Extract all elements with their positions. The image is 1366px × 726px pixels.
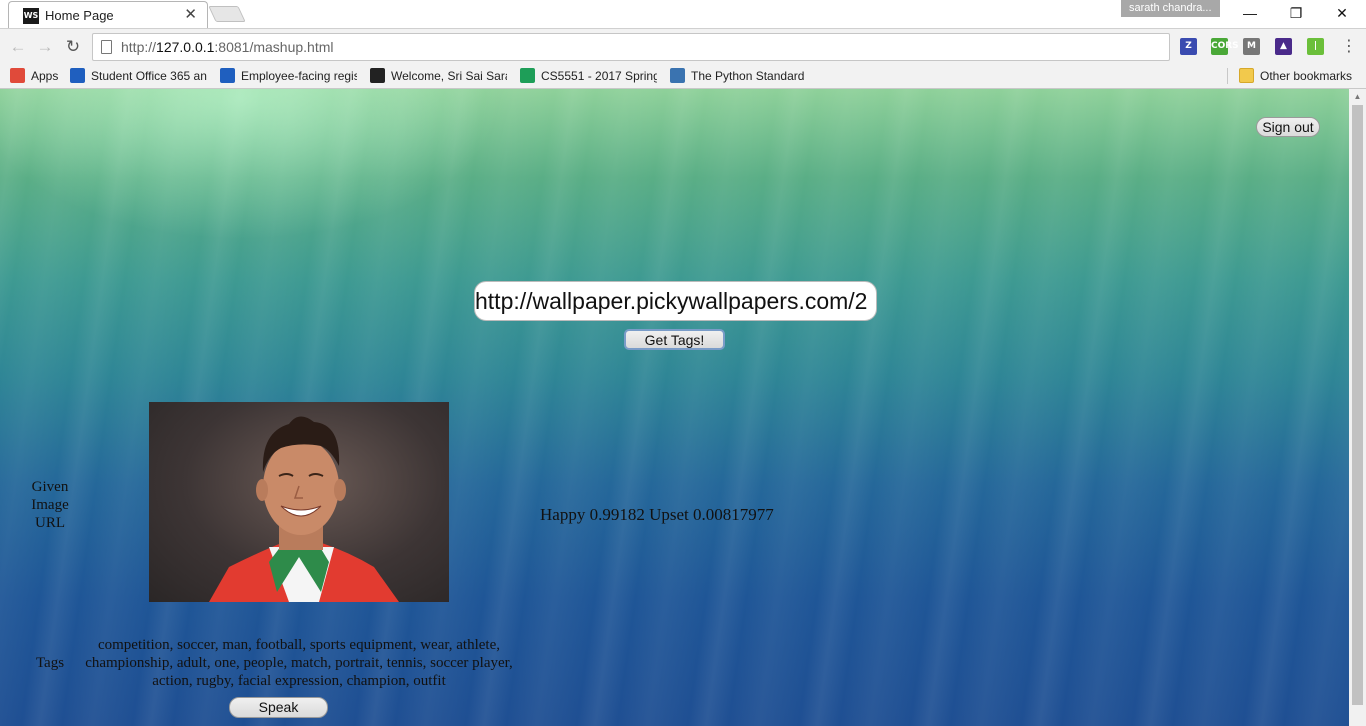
analyzed-image: [149, 402, 449, 602]
bookmarks-bar: Apps Student Office 365 an Employee-facing…: [0, 64, 1366, 89]
bookmark-item[interactable]: The Python Standard L: [670, 67, 807, 85]
bookmark-label: Student Office 365 an: [91, 69, 207, 83]
blackboard-icon: [370, 68, 385, 83]
window-close-icon[interactable]: ✕: [1319, 0, 1365, 26]
speak-button[interactable]: Speak: [229, 697, 328, 718]
emotion-result: Happy 0.99182 Upset 0.00817977: [540, 505, 774, 524]
bookmark-label: CS5551 - 2017 Spring: [541, 69, 657, 83]
z-extension-icon[interactable]: Z: [1180, 38, 1197, 55]
tags-result: competition, soccer, man, football, spor…: [85, 637, 513, 689]
address-bar[interactable]: http://127.0.0.1:8081/mashup.html: [92, 33, 1170, 61]
scroll-thumb[interactable]: [1352, 105, 1363, 705]
given-image-url-label: Given Image URL: [31, 479, 69, 531]
vertical-scrollbar[interactable]: ▲: [1349, 89, 1366, 726]
purple-extension-icon[interactable]: ▲: [1275, 38, 1292, 55]
cors-extension-icon[interactable]: CORS: [1211, 38, 1239, 55]
bookmarks-separator: [1227, 68, 1228, 84]
image-url-input[interactable]: http://wallpaper.pickywallpapers.com/2: [474, 281, 877, 321]
soccer-player-photo: [209, 416, 399, 602]
browser-toolbar: ← → ↻ http://127.0.0.1:8081/mashup.html …: [0, 28, 1366, 64]
tags-label: Tags: [35, 655, 65, 671]
restore-icon[interactable]: ❐: [1273, 0, 1319, 26]
browser-tab[interactable]: WS Home Page ✕: [8, 1, 208, 28]
green-extension-icon[interactable]: |: [1307, 38, 1324, 55]
forward-icon[interactable]: →: [33, 35, 57, 59]
new-tab-button[interactable]: [208, 6, 246, 22]
office-icon: [70, 68, 85, 83]
bookmark-label: Employee-facing regis: [241, 69, 357, 83]
bookmark-label: Apps: [31, 69, 59, 83]
tab-strip: WS Home Page ✕ sarath chandra... — ❐ ✕: [0, 0, 1366, 28]
folder-icon: [1239, 68, 1254, 83]
sheets-icon: [520, 68, 535, 83]
get-tags-button[interactable]: Get Tags!: [624, 329, 725, 350]
python-icon: [670, 68, 685, 83]
reload-icon[interactable]: ↻: [61, 35, 85, 59]
bookmark-label: The Python Standard L: [691, 69, 807, 83]
address-text[interactable]: http://127.0.0.1:8081/mashup.html: [121, 39, 334, 55]
page-icon: [101, 40, 112, 54]
bookmark-item[interactable]: CS5551 - 2017 Spring: [520, 67, 657, 85]
m-extension-icon[interactable]: M: [1243, 38, 1260, 55]
tab-title: Home Page: [45, 8, 114, 23]
bookmark-item[interactable]: Student Office 365 an: [70, 67, 207, 85]
page-viewport: Sign out http://wallpaper.pickywallpaper…: [0, 89, 1349, 726]
scroll-up-icon[interactable]: ▲: [1349, 91, 1366, 103]
webstorm-favicon-icon: WS: [23, 8, 39, 24]
back-icon[interactable]: ←: [6, 35, 30, 59]
bookmark-item[interactable]: Employee-facing regis: [220, 67, 357, 85]
apps-grid-icon: [10, 68, 25, 83]
other-bookmarks[interactable]: Other bookmarks: [1239, 67, 1352, 85]
bookmark-item[interactable]: Apps: [10, 67, 60, 85]
minimize-icon[interactable]: —: [1227, 0, 1273, 26]
office-icon: [220, 68, 235, 83]
chrome-menu-icon[interactable]: ⋮: [1341, 37, 1357, 57]
bookmark-label: Welcome, Sri Sai Sarat: [391, 69, 507, 83]
bookmark-item[interactable]: Welcome, Sri Sai Sarat: [370, 67, 507, 85]
tab-close-icon[interactable]: ✕: [184, 6, 197, 24]
sign-out-button[interactable]: Sign out: [1256, 117, 1320, 137]
profile-button[interactable]: sarath chandra...: [1121, 0, 1220, 17]
